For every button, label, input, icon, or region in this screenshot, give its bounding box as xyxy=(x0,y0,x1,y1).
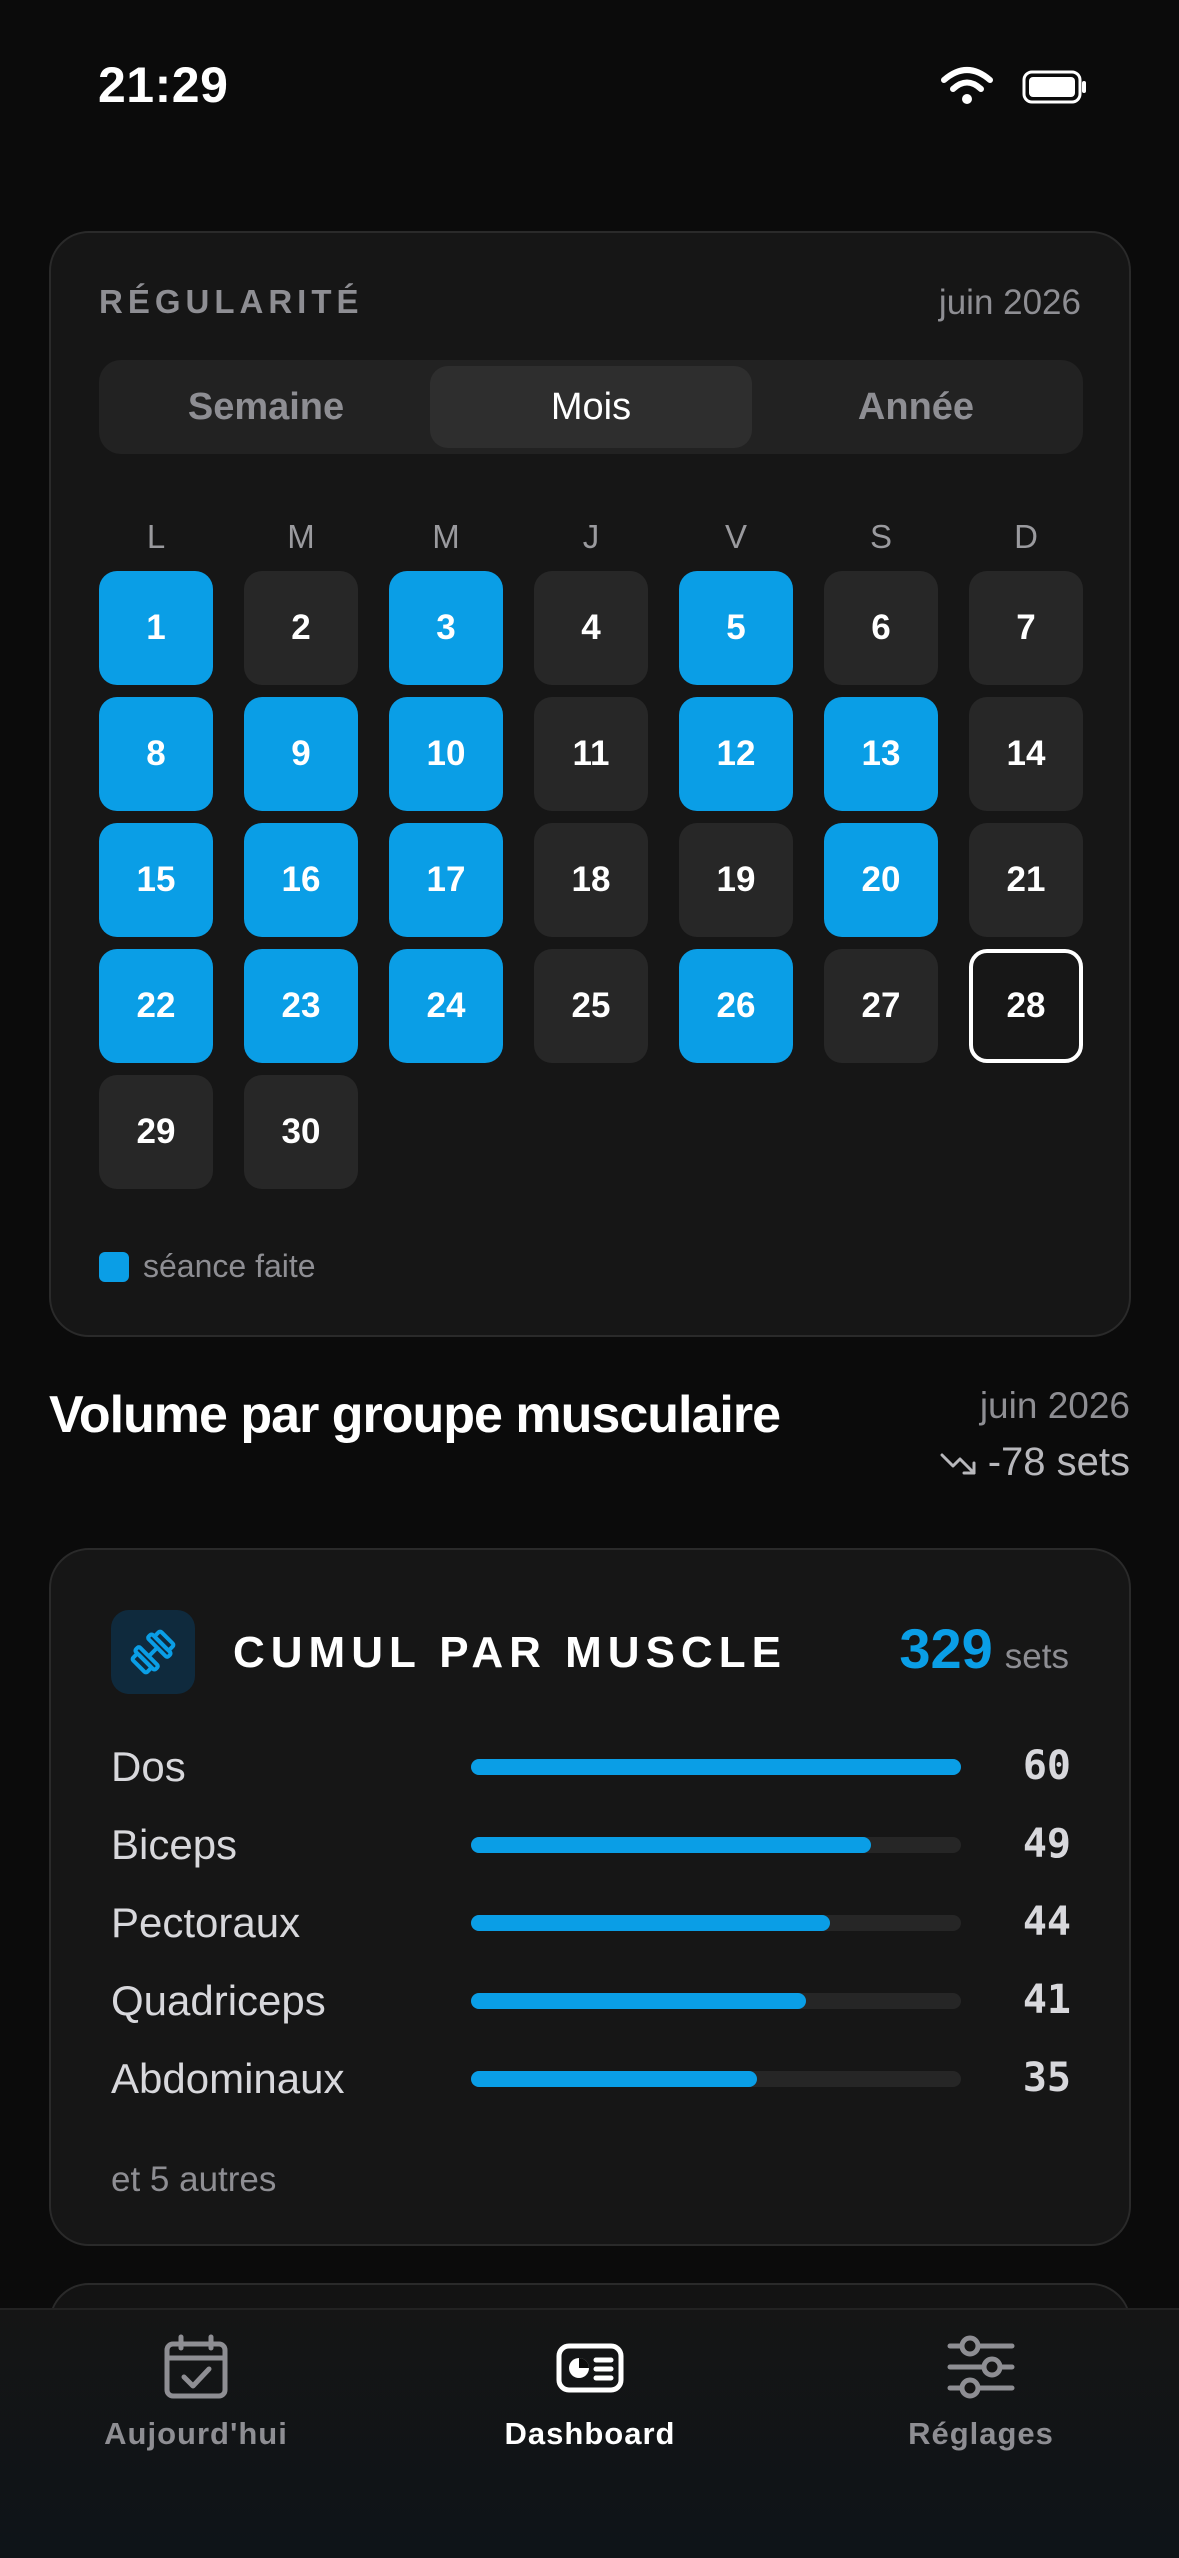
period-segmented-control: Semaine Mois Année xyxy=(99,360,1083,454)
status-time: 21:29 xyxy=(98,57,229,113)
tab-label-reglages: Réglages xyxy=(908,2416,1054,2451)
sliders-icon xyxy=(947,2335,1015,2399)
cumul-total-value: 329 xyxy=(899,1617,993,1680)
calendar-day[interactable]: 12 xyxy=(679,697,793,811)
volume-title: Volume par groupe musculaire xyxy=(49,1386,781,1444)
calendar-day[interactable]: 25 xyxy=(534,949,648,1063)
calendar-legend: séance faite xyxy=(99,1248,316,1285)
calendar-day[interactable]: 14 xyxy=(969,697,1083,811)
calendar-day[interactable]: 13 xyxy=(824,697,938,811)
tab-label-dashboard: Dashboard xyxy=(504,2416,676,2451)
calendar-day-today[interactable]: 28 xyxy=(969,949,1083,1063)
calendar-day[interactable]: 29 xyxy=(99,1075,213,1189)
calendar-day[interactable]: 1 xyxy=(99,571,213,685)
calendar-day[interactable]: 17 xyxy=(389,823,503,937)
dumbbell-icon xyxy=(111,1610,195,1694)
calendar-day[interactable]: 11 xyxy=(534,697,648,811)
cumul-card: CUMUL PAR MUSCLE 329 sets Dos 60 Biceps 49 P… xyxy=(49,1548,1131,2246)
muscle-name: Quadriceps xyxy=(111,1977,326,2024)
calendar-day[interactable]: 6 xyxy=(824,571,938,685)
segment-annee[interactable]: Année xyxy=(755,366,1077,448)
tab-label-aujourdhui: Aujourd'hui xyxy=(104,2416,288,2451)
weekday-label: D xyxy=(1014,518,1038,555)
tab-dashboard[interactable]: Dashboard xyxy=(440,2332,740,2452)
muscle-row: Dos 60 xyxy=(111,1735,1071,1795)
weekday-label: M xyxy=(432,518,460,555)
weekday-label: S xyxy=(869,518,892,555)
calendar-day[interactable]: 9 xyxy=(244,697,358,811)
battery-icon xyxy=(1022,70,1086,104)
regularity-card: RÉGULARITÉ juin 2026 Semaine Mois Année … xyxy=(49,231,1131,1337)
calendar-day[interactable]: 16 xyxy=(244,823,358,937)
calendar-day[interactable]: 19 xyxy=(679,823,793,937)
regularity-month: juin 2026 xyxy=(938,283,1081,322)
tab-aujourdhui[interactable]: Aujourd'hui xyxy=(46,2332,346,2452)
muscle-value: 44 xyxy=(1022,1899,1071,1945)
muscle-value: 49 xyxy=(1022,1821,1071,1867)
calendar-day[interactable]: 10 xyxy=(389,697,503,811)
muscle-name: Abdominaux xyxy=(111,2055,345,2102)
calendar-day[interactable]: 4 xyxy=(534,571,648,685)
calendar-day[interactable]: 24 xyxy=(389,949,503,1063)
muscle-bar-track xyxy=(471,1993,961,2009)
calendar-day[interactable]: 5 xyxy=(679,571,793,685)
status-bar: 21:29 xyxy=(0,0,1179,170)
muscle-name: Biceps xyxy=(111,1821,238,1868)
calendar-day[interactable]: 30 xyxy=(244,1075,358,1189)
calendar-day[interactable]: 21 xyxy=(969,823,1083,937)
muscle-bar-fill xyxy=(471,1993,806,2009)
calendar-day[interactable]: 27 xyxy=(824,949,938,1063)
volume-delta: -78 sets xyxy=(940,1440,1130,1485)
muscle-bar-fill xyxy=(471,1837,872,1853)
muscle-bar-track xyxy=(471,2071,961,2087)
weekday-label: V xyxy=(724,518,747,555)
volume-month: juin 2026 xyxy=(979,1385,1130,1426)
muscle-name: Dos xyxy=(111,1743,186,1790)
calendar-day[interactable]: 22 xyxy=(99,949,213,1063)
cumul-title: CUMUL PAR MUSCLE xyxy=(233,1628,787,1677)
calendar-day[interactable]: 2 xyxy=(244,571,358,685)
muscle-bar-fill xyxy=(471,1759,961,1775)
dashboard-icon xyxy=(556,2343,624,2393)
muscle-value: 41 xyxy=(1022,1977,1071,2023)
calendar-day[interactable]: 18 xyxy=(534,823,648,937)
calendar-day[interactable]: 8 xyxy=(99,697,213,811)
tab-reglages[interactable]: Réglages xyxy=(831,2332,1131,2452)
calendar-day[interactable]: 15 xyxy=(99,823,213,937)
weekday-label: L xyxy=(146,518,166,555)
muscle-bar-fill xyxy=(471,2071,757,2087)
muscle-name: Pectoraux xyxy=(111,1899,301,1946)
calendar-day[interactable]: 26 xyxy=(679,949,793,1063)
muscle-row: Biceps 49 xyxy=(111,1813,1071,1873)
muscle-row: Quadriceps 41 xyxy=(111,1969,1071,2029)
tab-bar: Aujourd'hui Dashboard Réglages xyxy=(0,2308,1179,2558)
cumul-total: 329 sets xyxy=(899,1616,1069,1681)
muscle-value: 35 xyxy=(1022,2055,1071,2101)
segment-mois[interactable]: Mois xyxy=(430,366,752,448)
weekday-label: M xyxy=(287,518,315,555)
more-muscles-label[interactable]: et 5 autres xyxy=(111,2160,276,2200)
muscle-row: Pectoraux 44 xyxy=(111,1891,1071,1951)
wifi-icon xyxy=(941,67,993,104)
trend-down-icon xyxy=(940,1453,976,1474)
muscle-bar-track xyxy=(471,1915,961,1931)
muscle-bar-track xyxy=(471,1759,961,1775)
volume-delta-value: -78 sets xyxy=(987,1440,1130,1484)
legend-label: séance faite xyxy=(143,1248,316,1284)
calendar-check-icon xyxy=(164,2334,228,2399)
calendar-day[interactable]: 7 xyxy=(969,571,1083,685)
calendar-day[interactable]: 3 xyxy=(389,571,503,685)
muscle-bar-track xyxy=(471,1837,961,1853)
segment-semaine[interactable]: Semaine xyxy=(105,366,427,448)
muscle-row: Abdominaux 35 xyxy=(111,2047,1071,2107)
muscle-bar-fill xyxy=(471,1915,831,1931)
cumul-total-unit: sets xyxy=(1004,1637,1069,1676)
weekday-label: J xyxy=(582,518,600,555)
calendar-day[interactable]: 23 xyxy=(244,949,358,1063)
regularity-label: RÉGULARITÉ xyxy=(99,283,364,320)
muscle-value: 60 xyxy=(1022,1743,1071,1789)
calendar-day[interactable]: 20 xyxy=(824,823,938,937)
legend-swatch xyxy=(99,1251,129,1282)
